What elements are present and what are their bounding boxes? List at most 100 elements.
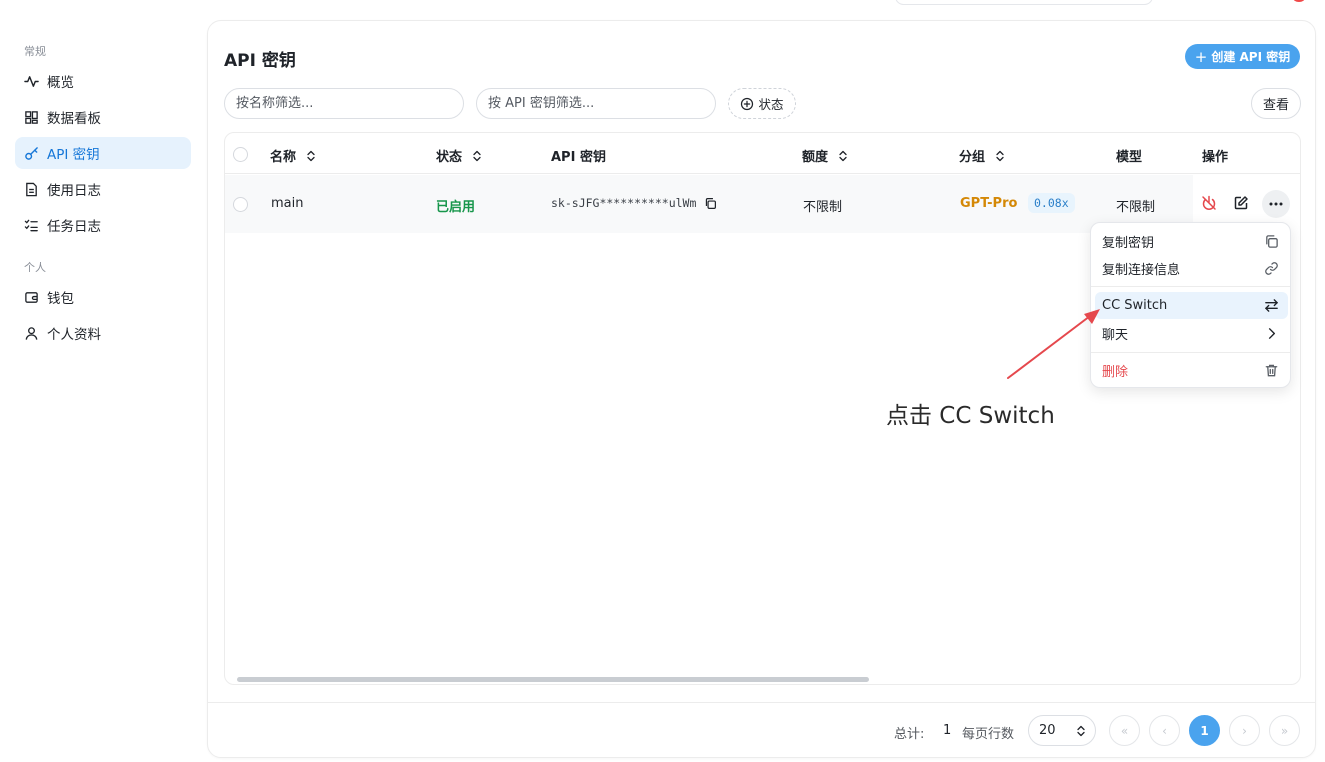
- model-value: 不限制: [1116, 200, 1156, 215]
- api-key-cell: sk-sJFG**********ulWm: [551, 196, 717, 210]
- page-1-button[interactable]: 1: [1189, 715, 1220, 746]
- menu-item-label: CC Switch: [1102, 298, 1168, 313]
- top-search-box[interactable]: [895, 0, 1153, 5]
- menu-item-label: 复制密钥: [1102, 236, 1155, 251]
- ratio-badge: 0.08x: [1028, 193, 1075, 213]
- status-filter-button[interactable]: 状态: [728, 88, 796, 119]
- rows-per-page-label: 每页行数: [962, 727, 1015, 742]
- sidebar-item-usage-logs[interactable]: 使用日志: [15, 173, 191, 205]
- column-header-label: 额度: [802, 150, 829, 165]
- double-chevron-left-icon: «: [1120, 723, 1129, 738]
- sidebar-item-wallet[interactable]: 钱包: [15, 281, 191, 313]
- column-header-status[interactable]: 状态: [436, 146, 482, 165]
- column-header-label: 分组: [959, 150, 986, 165]
- more-actions-button[interactable]: [1262, 190, 1290, 218]
- column-header-name[interactable]: 名称: [270, 146, 316, 165]
- quota-value: 不限制: [803, 200, 843, 215]
- sidebar-item-label: 任务日志: [47, 219, 101, 235]
- row-actions-menu: 复制密钥 复制连接信息 CC Switch 聊天 删除: [1090, 222, 1291, 388]
- rows-per-page-select[interactable]: 20: [1028, 715, 1096, 746]
- menu-item-copy-connection[interactable]: 复制连接信息: [1095, 255, 1288, 282]
- horizontal-scrollbar[interactable]: [237, 677, 869, 682]
- sort-icon: [839, 150, 847, 161]
- sidebar-item-label: 使用日志: [47, 183, 101, 199]
- edit-icon[interactable]: [1233, 195, 1249, 211]
- double-chevron-right-icon: »: [1280, 723, 1289, 738]
- api-keys-table: 名称 状态 API 密钥 额度 分组 模型 操作 main 已启用 sk-sJF…: [224, 132, 1301, 685]
- footer-divider: [208, 702, 1315, 703]
- copy-icon[interactable]: [704, 197, 717, 210]
- column-header-actions: 操作: [1202, 146, 1228, 165]
- sidebar-item-dashboard[interactable]: 数据看板: [15, 101, 191, 133]
- menu-item-delete[interactable]: 删除: [1095, 357, 1288, 384]
- menu-item-label: 复制连接信息: [1102, 263, 1181, 278]
- trash-icon: [1265, 364, 1278, 377]
- column-header-api-key: API 密钥: [551, 146, 606, 165]
- page-title: API 密钥: [224, 51, 296, 71]
- column-header-label: API 密钥: [551, 150, 606, 165]
- more-horizontal-icon: [1269, 202, 1283, 206]
- document-icon: [26, 182, 37, 196]
- column-header-label: 名称: [270, 150, 297, 165]
- prev-page-button[interactable]: ‹: [1149, 715, 1180, 746]
- sidebar-item-profile[interactable]: 个人资料: [15, 317, 191, 349]
- sidebar-item-label: 数据看板: [47, 111, 101, 127]
- sidebar-item-api-keys[interactable]: API 密钥: [15, 137, 191, 169]
- sidebar-item-label: API 密钥: [47, 147, 100, 163]
- menu-divider: [1091, 286, 1290, 287]
- column-header-model: 模型: [1116, 146, 1142, 165]
- menu-divider: [1091, 352, 1290, 353]
- view-options-button[interactable]: 查看: [1251, 88, 1301, 119]
- sort-icon: [307, 150, 315, 161]
- last-page-button[interactable]: »: [1269, 715, 1300, 746]
- row-checkbox[interactable]: [233, 197, 248, 212]
- select-all-checkbox[interactable]: [233, 147, 248, 162]
- api-keys-card: API 密钥 + 创建 API 密钥 状态 查看 名称 状态 API 密钥 额度: [207, 20, 1316, 758]
- chevron-right-icon: ›: [1242, 723, 1247, 738]
- copy-icon: [1266, 235, 1278, 248]
- status-filter-label: 状态: [758, 97, 784, 112]
- menu-item-chat[interactable]: 聊天: [1095, 320, 1288, 347]
- group-value: GPT-Pro: [960, 196, 1018, 211]
- activity-icon: [24, 75, 39, 87]
- notification-dot: [1293, 0, 1305, 2]
- column-header-quota[interactable]: 额度: [802, 146, 848, 165]
- sort-icon: [473, 150, 481, 161]
- column-header-label: 操作: [1202, 150, 1229, 165]
- api-key-value: sk-sJFG**********ulWm: [551, 196, 697, 210]
- chevron-updown-icon: [1077, 725, 1085, 737]
- table-header: 名称 状态 API 密钥 额度 分组 模型 操作: [225, 133, 1300, 174]
- menu-item-cc-switch[interactable]: CC Switch: [1095, 292, 1288, 319]
- switch-arrows-icon: [1265, 299, 1278, 312]
- annotation-arrow-icon: [1007, 309, 1100, 379]
- task-list-icon: [24, 219, 38, 231]
- column-header-label: 模型: [1116, 150, 1143, 165]
- first-page-button[interactable]: «: [1109, 715, 1140, 746]
- sidebar-item-overview[interactable]: 概览: [15, 65, 191, 97]
- column-header-group[interactable]: 分组: [959, 146, 1005, 165]
- key-icon: [25, 146, 38, 160]
- menu-item-copy-key[interactable]: 复制密钥: [1095, 228, 1288, 255]
- sidebar: 常规 概览 数据看板 API 密钥 使用日志 任务日志 个人 钱包 个人资料: [0, 0, 200, 762]
- sidebar-item-label: 概览: [47, 75, 74, 91]
- sidebar-item-label: 个人资料: [47, 327, 101, 343]
- sidebar-item-label: 钱包: [47, 291, 74, 307]
- name-filter-input[interactable]: [224, 88, 464, 119]
- api-key-filter-input[interactable]: [476, 88, 716, 119]
- wallet-icon: [25, 291, 38, 303]
- total-count: 1: [943, 723, 952, 738]
- sort-icon: [996, 150, 1004, 161]
- chevron-left-icon: ‹: [1162, 723, 1167, 738]
- plus-icon: +: [1194, 47, 1208, 66]
- next-page-button[interactable]: ›: [1229, 715, 1260, 746]
- link-icon: [1265, 262, 1278, 275]
- disable-power-icon[interactable]: [1201, 195, 1217, 211]
- annotation-text: 点击 CC Switch: [886, 403, 1055, 429]
- plus-circle-icon: [741, 97, 754, 110]
- create-api-key-button[interactable]: + 创建 API 密钥: [1185, 44, 1300, 69]
- user-icon: [25, 326, 38, 340]
- sidebar-item-task-logs[interactable]: 任务日志: [15, 209, 191, 241]
- sidebar-section-personal: 个人: [24, 261, 46, 274]
- total-label: 总计:: [894, 727, 925, 742]
- dashboard-grid-icon: [25, 110, 38, 124]
